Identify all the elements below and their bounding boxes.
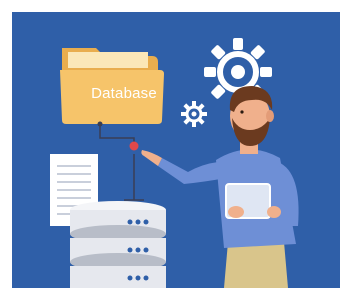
connection-lines [99,124,144,201]
database-illustration [50,38,299,288]
folder-label: Database [91,85,157,102]
illustration-panel: Database [12,12,340,288]
image-frame: Database [0,0,352,299]
server-stack-icon [70,201,166,288]
connection-node [129,141,139,151]
small-gear-icon [181,101,207,127]
